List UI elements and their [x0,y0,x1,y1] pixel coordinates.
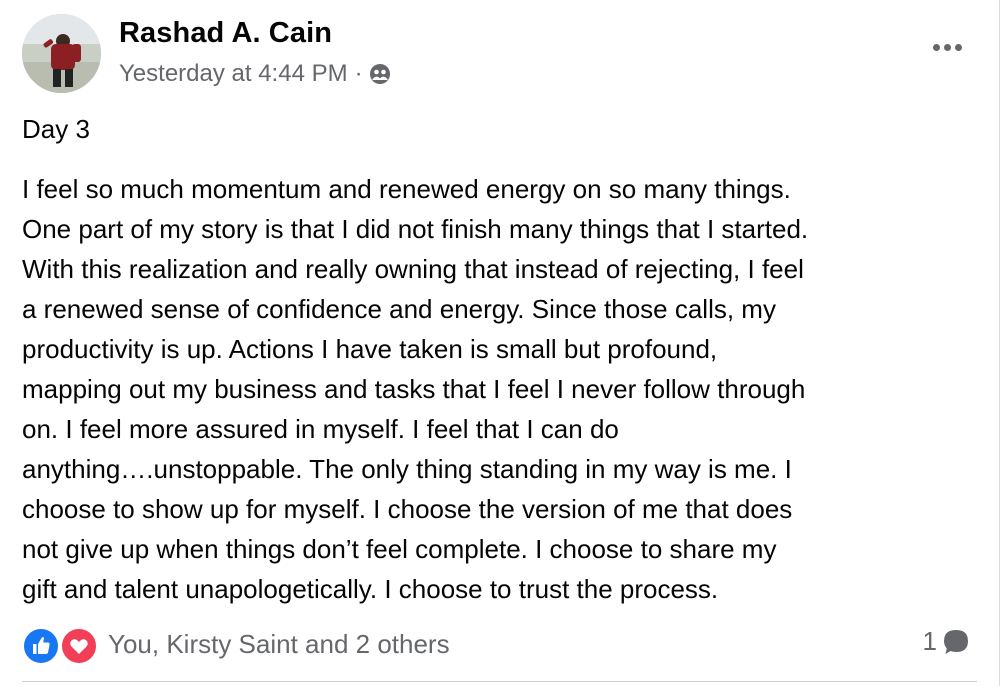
meta-separator: · [354,60,363,87]
more-options-icon[interactable] [925,36,969,58]
reaction-icons [22,624,102,665]
post-body-line: mapping out my business and tasks that I… [22,374,806,404]
post-body-line: anything….unstoppable. The only thing st… [22,454,792,484]
post-body-line: a renewed sense of confidence and energy… [22,294,776,324]
reactions-summary[interactable]: You, Kirsty Saint and 2 others [22,624,450,665]
post-body-line: not give up when things don’t feel compl… [22,534,777,564]
post-card: Rashad A. Cain Yesterday at 4:44 PM · Da… [0,0,1000,686]
post-timestamp[interactable]: Yesterday at 4:44 PM [119,60,348,88]
post-header: Rashad A. Cain Yesterday at 4:44 PM · [22,14,969,96]
friends-icon[interactable] [369,63,391,85]
post-body-line: One part of my story is that I did not f… [22,214,809,244]
love-icon [60,627,98,665]
author-name[interactable]: Rashad A. Cain [119,17,332,50]
comment-count[interactable]: 1 [923,626,937,657]
post-body-line: choose to show up for myself. I choose t… [22,494,793,524]
post-title: Day 3 [22,114,90,144]
post-meta: Yesterday at 4:44 PM · [119,60,391,88]
comment-icon[interactable] [941,627,971,657]
like-icon [22,627,60,665]
post-body-line: productivity is up. Actions I have taken… [22,334,718,364]
post-body-line: With this realization and really owning … [22,254,804,284]
post-body: I feel so much momentum and renewed ener… [22,169,982,609]
post-body-line: on. I feel more assured in myself. I fee… [22,414,619,444]
post-body-line: gift and talent unapologetically. I choo… [22,574,719,604]
footer-divider [22,681,977,682]
post-body-line: I feel so much momentum and renewed ener… [22,174,791,204]
comments-summary[interactable]: 1 [923,626,971,657]
post-footer: You, Kirsty Saint and 2 others 1 [22,622,977,666]
reactions-text[interactable]: You, Kirsty Saint and 2 others [108,629,450,660]
avatar[interactable] [22,14,101,93]
